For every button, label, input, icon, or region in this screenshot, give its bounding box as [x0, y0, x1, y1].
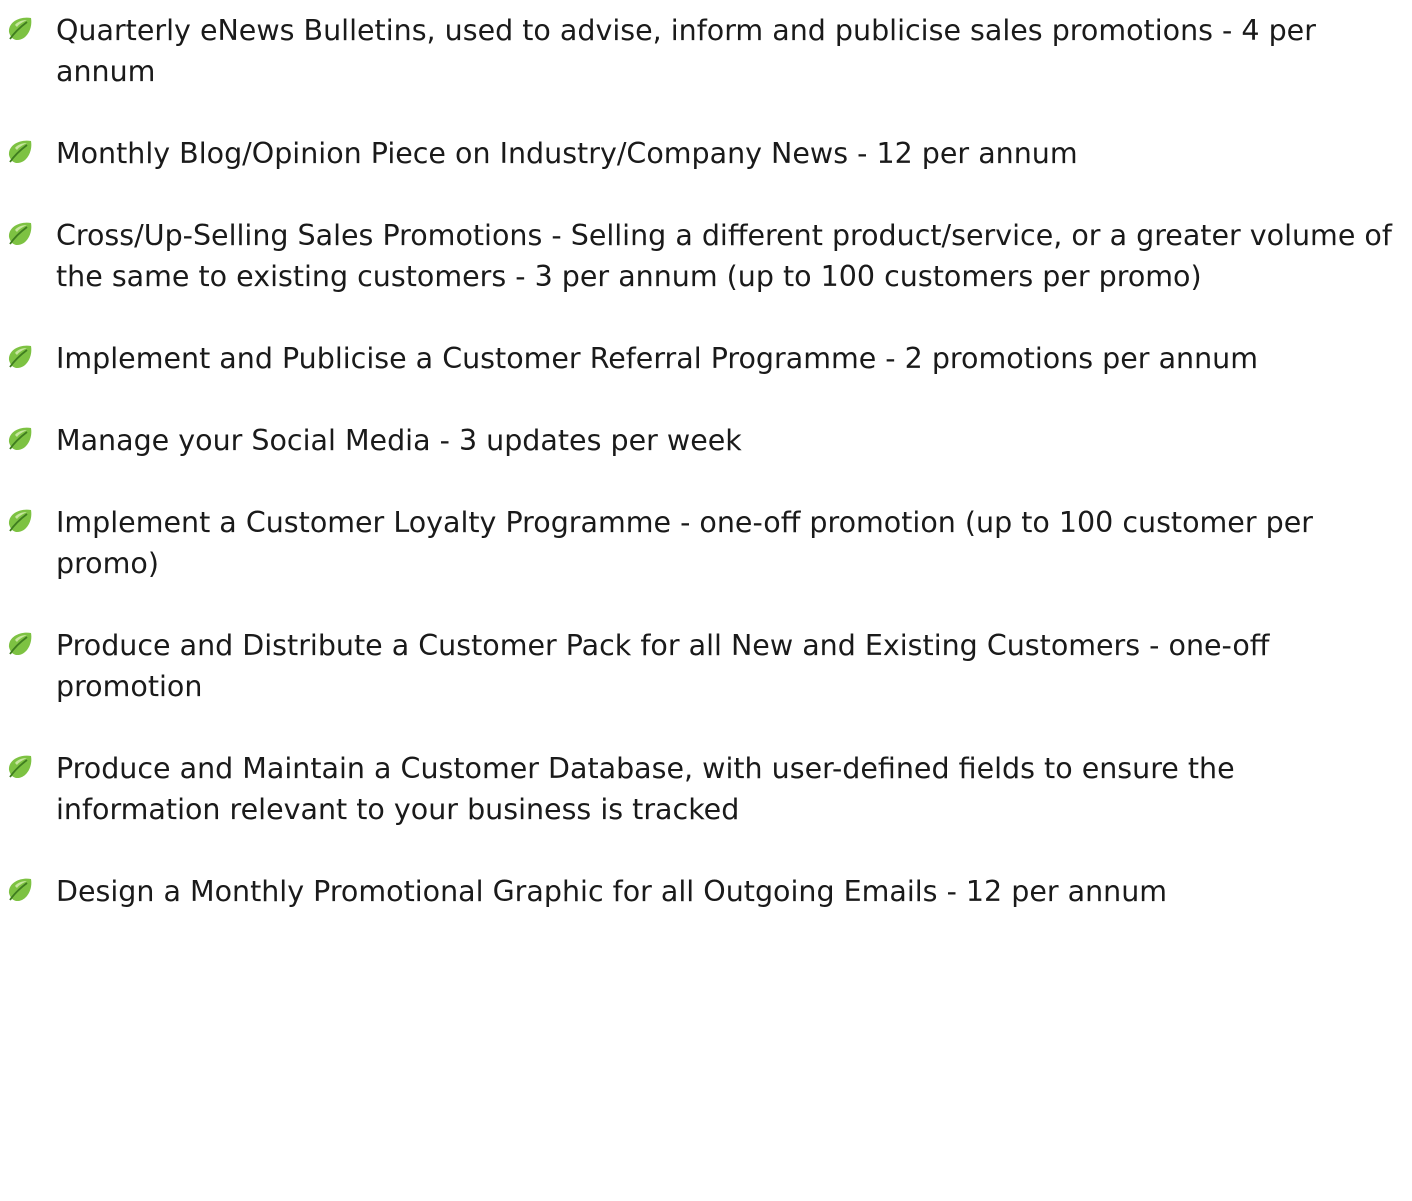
list-item-text: Produce and Maintain a Customer Database…	[56, 752, 1235, 826]
list-item-text: Monthly Blog/Opinion Piece on Industry/C…	[56, 137, 1078, 170]
list-item-text: Produce and Distribute a Customer Pack f…	[56, 629, 1270, 703]
list-item: Cross/Up-Selling Sales Promotions - Sell…	[0, 215, 1412, 297]
green-leaf-bullet-icon	[8, 222, 32, 246]
green-leaf-bullet-icon	[8, 345, 32, 369]
list-item: Monthly Blog/Opinion Piece on Industry/C…	[0, 133, 1412, 174]
document-page: Quarterly eNews Bulletins, used to advis…	[0, 0, 1412, 1201]
list-item: Quarterly eNews Bulletins, used to advis…	[0, 10, 1412, 92]
list-item: Produce and Maintain a Customer Database…	[0, 748, 1412, 830]
green-leaf-bullet-icon	[8, 632, 32, 656]
green-leaf-bullet-icon	[8, 17, 32, 41]
green-leaf-bullet-icon	[8, 427, 32, 451]
services-bullet-list: Quarterly eNews Bulletins, used to advis…	[0, 10, 1412, 912]
list-item-text: Manage your Social Media - 3 updates per…	[56, 424, 742, 457]
green-leaf-bullet-icon	[8, 140, 32, 164]
list-item-text: Implement a Customer Loyalty Programme -…	[56, 506, 1313, 580]
green-leaf-bullet-icon	[8, 509, 32, 533]
green-leaf-bullet-icon	[8, 755, 32, 779]
list-item: Implement and Publicise a Customer Refer…	[0, 338, 1412, 379]
list-item: Design a Monthly Promotional Graphic for…	[0, 871, 1412, 912]
list-item-text: Quarterly eNews Bulletins, used to advis…	[56, 14, 1316, 88]
list-item-text: Implement and Publicise a Customer Refer…	[56, 342, 1258, 375]
list-item: Implement a Customer Loyalty Programme -…	[0, 502, 1412, 584]
green-leaf-bullet-icon	[8, 878, 32, 902]
list-item: Manage your Social Media - 3 updates per…	[0, 420, 1412, 461]
list-item: Produce and Distribute a Customer Pack f…	[0, 625, 1412, 707]
list-item-text: Cross/Up-Selling Sales Promotions - Sell…	[56, 219, 1392, 293]
list-item-text: Design a Monthly Promotional Graphic for…	[56, 875, 1168, 908]
